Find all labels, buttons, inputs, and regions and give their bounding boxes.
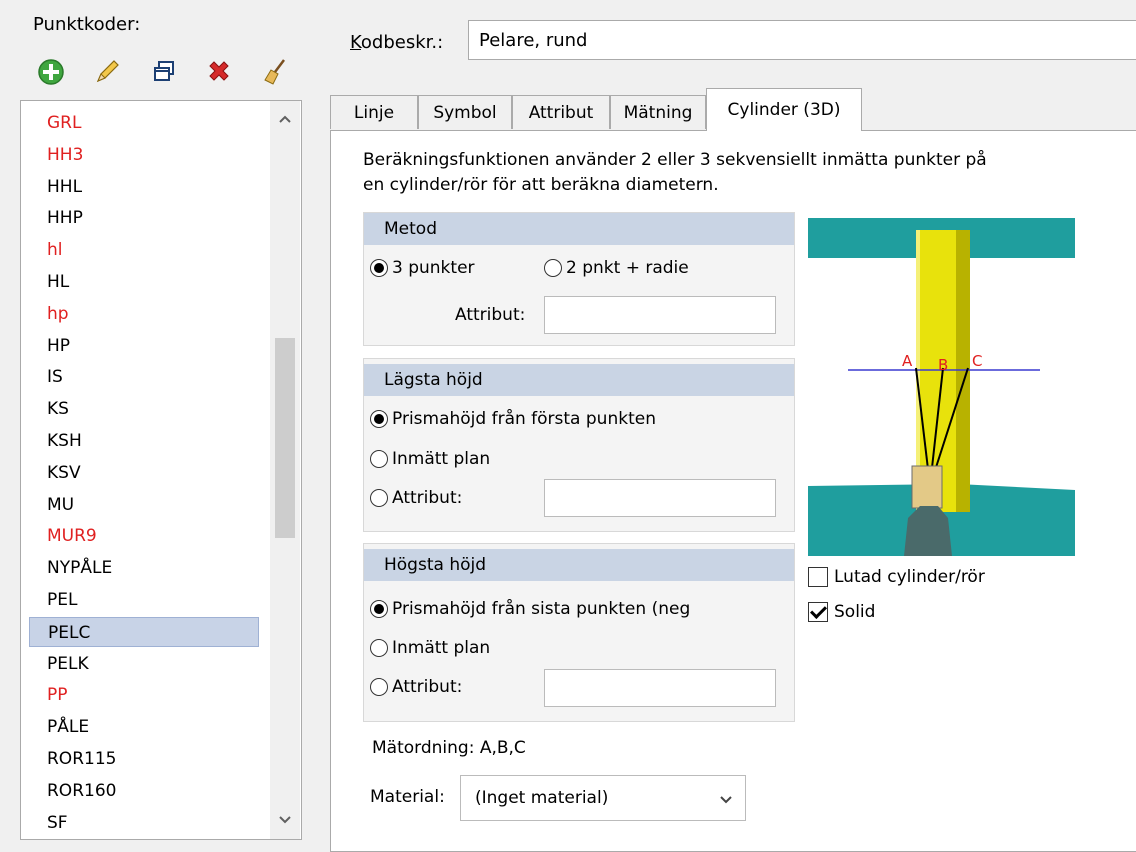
- copy-code-button[interactable]: [147, 55, 181, 89]
- tab-attribut[interactable]: Attribut: [512, 95, 610, 129]
- radio-label: Inmätt plan: [392, 449, 491, 469]
- checkbox-unchecked-icon: [808, 567, 828, 587]
- material-select[interactable]: (Inget material): [460, 775, 746, 821]
- checkbox-label: Lutad cylinder/rör: [834, 567, 985, 587]
- radio-selected-icon: [370, 259, 388, 277]
- copy-window-icon: [154, 61, 174, 81]
- list-item[interactable]: GRL: [29, 108, 259, 138]
- list-item[interactable]: PELC: [29, 616, 259, 647]
- checkbox-lutad-cylinder[interactable]: Lutad cylinder/rör: [808, 567, 985, 587]
- edit-pencil-icon: [96, 60, 119, 83]
- list-item[interactable]: HHP: [29, 203, 259, 233]
- radio-selected-icon: [370, 600, 388, 618]
- tab-symbol[interactable]: Symbol: [418, 95, 512, 129]
- delete-x-icon: [209, 61, 229, 81]
- radio-label: Prismahöjd från sista punkten (neg: [392, 599, 691, 619]
- radio-label: Attribut:: [392, 488, 463, 508]
- clean-code-button[interactable]: [258, 55, 292, 89]
- radio-attribute-high[interactable]: Attribut:: [370, 677, 462, 697]
- scroll-up-arrow-icon[interactable]: [270, 104, 300, 134]
- list-item[interactable]: ROR160: [29, 776, 259, 806]
- radio-label: Inmätt plan: [392, 638, 491, 658]
- radio-prism-height-first[interactable]: Prismahöjd från första punkten: [370, 409, 656, 429]
- material-value: (Inget material): [475, 788, 609, 808]
- radio-unselected-icon: [370, 639, 388, 657]
- method-attribute-field[interactable]: [544, 296, 776, 334]
- list-item[interactable]: HHL: [29, 172, 259, 202]
- list-item[interactable]: KSV: [29, 458, 259, 488]
- add-code-button[interactable]: [34, 55, 68, 89]
- list-item[interactable]: IS: [29, 362, 259, 392]
- checkbox-label: Solid: [834, 602, 876, 622]
- list-item[interactable]: MUR9: [29, 521, 259, 551]
- lowest-height-title: Lägsta höjd: [364, 364, 794, 396]
- chevron-down-icon: [719, 790, 733, 810]
- scroll-down-arrow-icon[interactable]: [270, 805, 300, 835]
- point-b-label: B: [938, 356, 948, 374]
- broom-icon: [264, 59, 285, 85]
- radio-attribute-low[interactable]: Attribut:: [370, 488, 462, 508]
- material-label: Material:: [370, 787, 445, 807]
- radio-prism-height-last[interactable]: Prismahöjd från sista punkten (neg: [370, 599, 690, 619]
- tab-linje[interactable]: Linje: [330, 95, 418, 129]
- point-a-label: A: [902, 352, 913, 370]
- method-attribute-label: Attribut:: [455, 305, 526, 325]
- description-line-2: en cylinder/rör för att beräkna diameter…: [363, 175, 719, 195]
- radio-2-pnkt-radie[interactable]: 2 pnkt + radie: [544, 258, 689, 278]
- edit-code-button[interactable]: [90, 55, 124, 89]
- list-item[interactable]: MU: [29, 490, 259, 520]
- list-item[interactable]: PELK: [29, 649, 259, 679]
- tab-matning[interactable]: Mätning: [610, 95, 706, 129]
- list-item[interactable]: KS: [29, 394, 259, 424]
- radio-unselected-icon: [370, 489, 388, 507]
- radio-measured-plane-high[interactable]: Inmätt plan: [370, 638, 490, 658]
- radio-label: Attribut:: [392, 677, 463, 697]
- list-scrollbar[interactable]: [270, 101, 300, 839]
- radio-unselected-icon: [370, 450, 388, 468]
- radio-3-punkter[interactable]: 3 punkter: [370, 258, 475, 278]
- list-item[interactable]: hl: [29, 235, 259, 265]
- radio-label: 2 pnkt + radie: [566, 258, 689, 278]
- code-description-input[interactable]: [468, 20, 1136, 60]
- radio-selected-icon: [370, 410, 388, 428]
- radio-measured-plane-low[interactable]: Inmätt plan: [370, 449, 490, 469]
- tab-cylinder-3d[interactable]: Cylinder (3D): [706, 88, 862, 131]
- method-group-title: Metod: [364, 213, 794, 245]
- code-description-label: Kodbeskr.:: [350, 32, 444, 53]
- scrollbar-thumb[interactable]: [275, 338, 295, 538]
- list-item[interactable]: PP: [29, 680, 259, 710]
- point-c-label: C: [972, 352, 982, 370]
- list-item[interactable]: SF: [29, 808, 259, 838]
- radio-label: 3 punkter: [392, 258, 475, 278]
- high-attribute-field[interactable]: [544, 669, 776, 707]
- measurement-order: Mätordning: A,B,C: [372, 738, 526, 758]
- list-item[interactable]: HL: [29, 267, 259, 297]
- list-item[interactable]: PÅLE: [29, 712, 259, 742]
- list-item[interactable]: HP: [29, 331, 259, 361]
- add-icon: [38, 59, 64, 85]
- delete-code-button[interactable]: [202, 55, 236, 89]
- list-item[interactable]: NYPÅLE: [29, 553, 259, 583]
- checkbox-solid[interactable]: Solid: [808, 602, 875, 622]
- point-codes-label: Punktkoder:: [33, 14, 141, 35]
- list-item[interactable]: hp: [29, 299, 259, 329]
- low-attribute-field[interactable]: [544, 479, 776, 517]
- cylinder-illustration: A B C: [808, 218, 1075, 556]
- list-item[interactable]: KSH: [29, 426, 259, 456]
- radio-unselected-icon: [544, 259, 562, 277]
- radio-unselected-icon: [370, 678, 388, 696]
- highest-height-title: Högsta höjd: [364, 549, 794, 581]
- radio-label: Prismahöjd från första punkten: [392, 409, 656, 429]
- checkbox-checked-icon: [808, 602, 828, 622]
- point-code-list[interactable]: GRL HH3 HHL HHP hl HL hp HP IS KS KSH KSV MU MUR9 NYPÅ…: [20, 100, 302, 840]
- list-item[interactable]: HH3: [29, 140, 259, 170]
- list-item[interactable]: PEL: [29, 585, 259, 615]
- list-item[interactable]: ROR115: [29, 744, 259, 774]
- description-line-1: Beräkningsfunktionen använder 2 eller 3 …: [363, 150, 987, 170]
